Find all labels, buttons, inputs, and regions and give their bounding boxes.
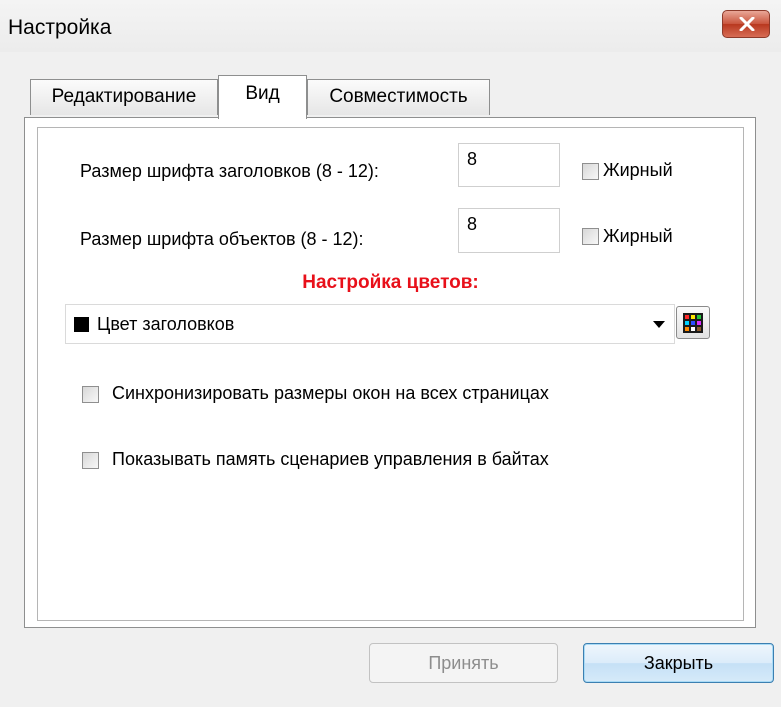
color-picker-button[interactable]: [676, 306, 710, 339]
color-target-dropdown[interactable]: Цвет заголовков: [65, 304, 675, 344]
close-icon: [739, 17, 755, 31]
show-memory-bytes-label: Показывать память сценариев управления в…: [112, 449, 549, 469]
tab-editing[interactable]: Редактирование: [30, 79, 218, 115]
chevron-down-icon[interactable]: [653, 321, 665, 328]
view-settings-group: [37, 127, 744, 621]
close-button-label: Закрыть: [643, 653, 714, 673]
sync-window-sizes-label: Синхронизировать размеры окон на всех ст…: [112, 383, 549, 403]
color-target-value: Цвет заголовков: [97, 314, 235, 334]
object-bold-checkbox[interactable]: [582, 228, 599, 245]
header-bold-checkbox[interactable]: [582, 163, 599, 180]
color-swatch: [74, 317, 89, 332]
header-bold-label: Жирный: [603, 160, 673, 180]
window-close-button[interactable]: [722, 10, 770, 38]
object-font-size-label: Размер шрифта объектов (8 - 12):: [80, 229, 364, 249]
settings-dialog: Настройка Редактирование Вид Совместимос…: [0, 0, 781, 707]
header-font-size-input[interactable]: 8: [458, 143, 560, 187]
title-bar[interactable]: Настройка: [0, 0, 781, 52]
color-palette-icon: [683, 313, 703, 333]
header-font-size-label: Размер шрифта заголовков (8 - 12):: [80, 161, 379, 181]
tab-compatibility[interactable]: Совместимость: [307, 79, 490, 115]
window-title: Настройка: [8, 16, 112, 39]
tab-label: Редактирование: [51, 86, 197, 107]
sync-window-sizes-checkbox[interactable]: [82, 386, 99, 403]
header-font-size-value: 8: [467, 149, 478, 169]
show-memory-bytes-checkbox[interactable]: [82, 452, 99, 469]
close-button[interactable]: Закрыть: [583, 643, 774, 683]
color-settings-heading: Настройка цветов:: [302, 272, 479, 293]
tab-view[interactable]: Вид: [218, 75, 307, 119]
apply-button[interactable]: Принять: [369, 643, 558, 683]
object-bold-label: Жирный: [603, 226, 673, 246]
object-font-size-value: 8: [467, 214, 478, 234]
apply-button-label: Принять: [428, 653, 499, 673]
object-font-size-input[interactable]: 8: [458, 208, 560, 253]
tab-label: Совместимость: [329, 86, 468, 107]
tab-label: Вид: [245, 83, 280, 104]
